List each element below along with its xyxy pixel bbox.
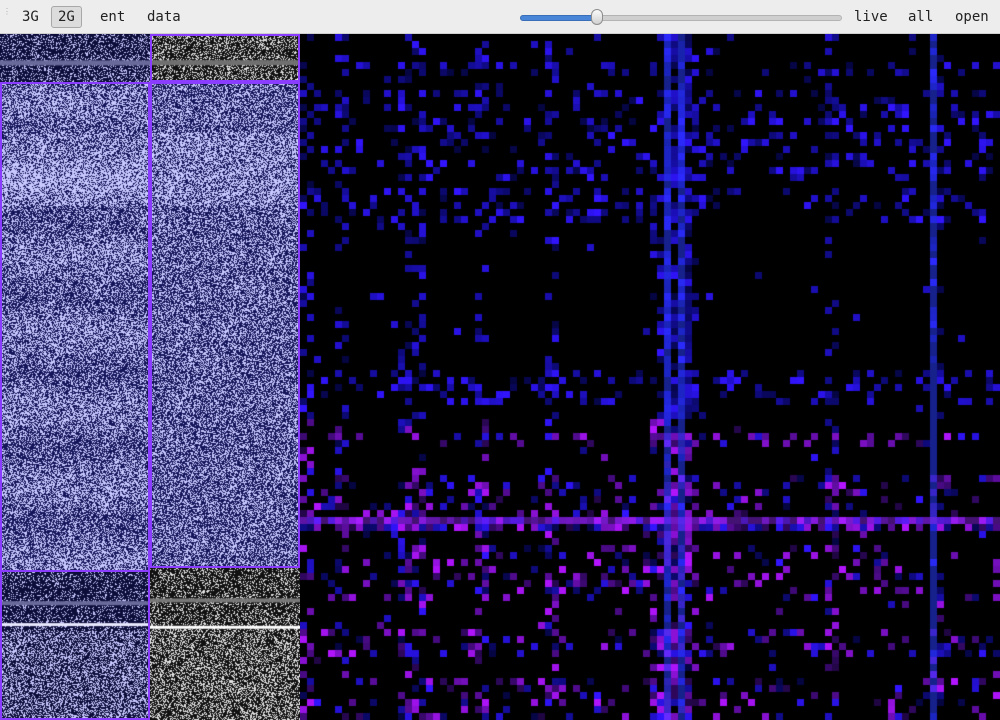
data-view-button[interactable]: data (141, 6, 187, 28)
zoom-slider-fill (520, 15, 600, 21)
binary-3g-column[interactable] (0, 34, 150, 720)
zoom-slider[interactable] (520, 9, 842, 25)
2g-view-button[interactable]: 2G (51, 6, 82, 28)
zoom-slider-thumb[interactable] (591, 9, 604, 25)
3g-view-button[interactable]: 3G (16, 6, 45, 28)
open-button[interactable]: open (949, 6, 995, 28)
binary-2g-column[interactable] (150, 34, 300, 720)
selected-data-block[interactable] (150, 82, 300, 568)
header-region-block[interactable] (0, 34, 150, 82)
header-region-block[interactable] (150, 34, 300, 82)
toolbar: ⋮ 3G 2G ent data live all open (0, 0, 1000, 34)
all-button[interactable]: all (902, 6, 939, 28)
ent-view-button[interactable]: ent (94, 6, 131, 28)
selected-data-block[interactable] (0, 82, 150, 572)
byte-pair-matrix[interactable] (300, 34, 1000, 720)
selected-tail-block[interactable] (0, 570, 150, 720)
visualization-area (0, 34, 1000, 720)
live-button[interactable]: live (848, 6, 894, 28)
toolbar-grip-icon[interactable]: ⋮ (3, 8, 11, 22)
tail-region-block[interactable] (150, 568, 300, 720)
